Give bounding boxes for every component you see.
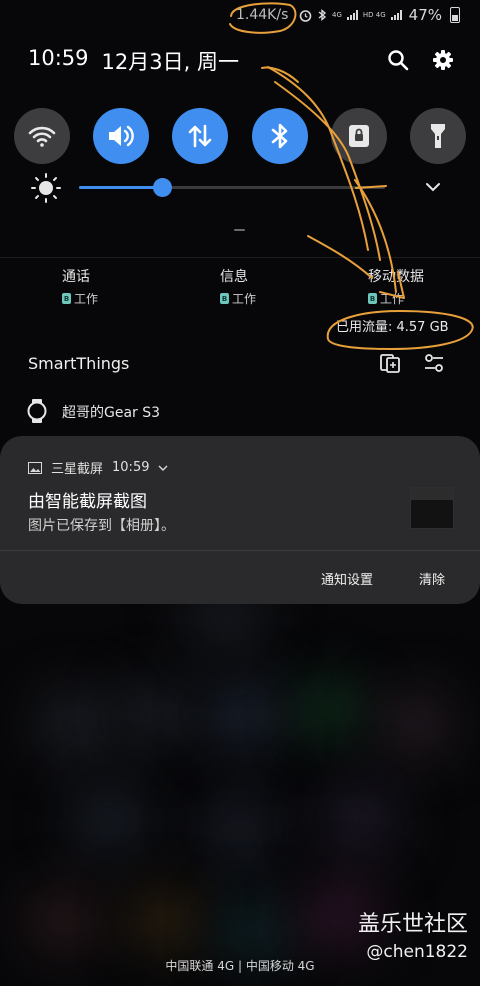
smartthings-device-name[interactable]: 超哥的Gear S3 xyxy=(62,402,160,422)
divider xyxy=(0,257,480,258)
divider xyxy=(0,550,480,551)
data-usage-text: 已用流量: 4.57 GB xyxy=(336,320,449,335)
watch-icon xyxy=(27,399,47,423)
sim-message-title: 信息 xyxy=(220,269,248,285)
notification-body: 图片已保存到【相册】。 xyxy=(28,518,175,534)
wifi-toggle[interactable] xyxy=(14,108,70,164)
header-datetime: 10:59 12月3日, 周一 xyxy=(28,46,239,76)
sim-message-value: 工作 xyxy=(232,292,257,306)
drag-handle[interactable] xyxy=(234,229,245,231)
wifi-icon xyxy=(28,126,56,147)
screenshot-thumbnail[interactable] xyxy=(410,487,454,529)
notification-time: 10:59 xyxy=(112,460,150,475)
sim-mobile-data-setting[interactable]: 移动数据 B 工作 xyxy=(368,266,424,307)
sim2-signal-icon xyxy=(390,10,402,20)
brightness-knob[interactable] xyxy=(152,178,172,197)
notification-title: 由智能截屏截图 xyxy=(28,492,147,512)
watermark-title: 盖乐世社区 xyxy=(357,912,468,937)
notification-app-name: 三星截屏 xyxy=(51,462,104,477)
sim-card-icon: B xyxy=(220,293,229,304)
mobile-data-toggle[interactable] xyxy=(172,108,229,164)
date: 12月3日, 周一 xyxy=(101,50,239,74)
screenshot-notification[interactable]: 三星截屏 10:59 由智能截屏截图 图片已保存到【相册】。 通知设置 清除 xyxy=(0,436,480,604)
sim-call-title: 通话 xyxy=(62,269,90,285)
sim1-net-label: 4G xyxy=(332,10,342,19)
data-transfer-icon xyxy=(189,124,212,148)
sim2-net-label: HD 4G xyxy=(362,10,386,19)
sim-card-icon: B xyxy=(62,293,71,304)
secure-folder-icon xyxy=(348,125,369,147)
sim-card-icon: B xyxy=(368,293,377,304)
flashlight-toggle[interactable] xyxy=(409,108,466,164)
quick-settings-toggles xyxy=(14,108,466,164)
bluetooth-status-icon xyxy=(318,9,327,21)
brightness-slider[interactable] xyxy=(79,178,385,197)
expand-chevron-icon[interactable] xyxy=(424,178,442,196)
clear-button[interactable]: 清除 xyxy=(419,569,445,588)
sound-toggle[interactable] xyxy=(93,108,150,164)
bluetooth-toggle[interactable] xyxy=(251,108,308,164)
settings-gear-icon[interactable] xyxy=(431,48,455,72)
sim-call-value: 工作 xyxy=(74,292,99,306)
sim-mobile-data-value: 工作 xyxy=(380,292,405,306)
secure-folder-toggle[interactable] xyxy=(330,108,387,164)
status-bar: 1.44K/s 4G HD 4G 47% xyxy=(236,4,470,26)
watermark-user: @chen1822 xyxy=(366,942,468,962)
net-speed: 1.44K/s xyxy=(236,7,289,23)
bluetooth-icon xyxy=(271,123,287,149)
sim-mobile-data-title: 移动数据 xyxy=(368,269,424,285)
brightness-fill xyxy=(79,186,162,189)
smartthings-title: SmartThings xyxy=(28,354,130,373)
battery-percent: 47% xyxy=(408,6,442,24)
sim-call-setting[interactable]: 通话 B 工作 xyxy=(62,266,98,307)
notification-header: 三星截屏 10:59 xyxy=(28,458,168,477)
search-icon[interactable] xyxy=(386,48,410,72)
battery-icon xyxy=(450,7,460,23)
alarm-icon xyxy=(299,9,312,22)
brightness-sun-icon xyxy=(31,173,61,203)
flashlight-icon xyxy=(430,124,445,148)
sim1-signal-icon xyxy=(346,10,358,20)
smartthings-settings-icon[interactable] xyxy=(423,352,445,374)
clock: 10:59 xyxy=(28,46,89,70)
volume-icon xyxy=(109,125,135,147)
sim-message-setting[interactable]: 信息 B 工作 xyxy=(220,266,256,307)
gallery-image-icon xyxy=(28,461,42,474)
chevron-down-icon[interactable] xyxy=(158,464,168,472)
notification-settings-button[interactable]: 通知设置 xyxy=(321,569,373,588)
smartthings-devices-icon[interactable] xyxy=(379,352,401,374)
